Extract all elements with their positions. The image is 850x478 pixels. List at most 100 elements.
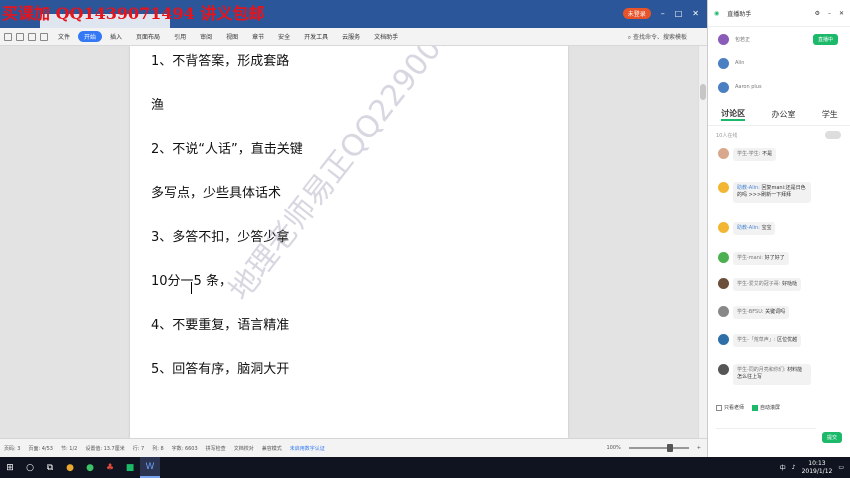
print-icon[interactable] <box>16 32 24 41</box>
status-setting: 设置值: 13.7厘米 <box>85 445 125 452</box>
document-line[interactable]: 1、不背答案，形成套路 <box>151 50 289 69</box>
close-icon[interactable]: ✕ <box>692 9 699 18</box>
toggle-switch[interactable] <box>825 131 841 139</box>
message-text: 关键词吗 <box>765 309 786 315</box>
status-words[interactable]: 字数: 6603 <box>172 445 198 452</box>
auto-scroll-checkbox[interactable]: 自动滚屏 <box>752 404 780 411</box>
task-view-icon[interactable]: ⧉ <box>40 457 60 478</box>
enter-room-button[interactable]: 直播中 <box>812 33 838 45</box>
avatar <box>718 81 729 93</box>
clock[interactable]: 10:13 2019/1/12 <box>802 460 833 474</box>
document-area[interactable]: 地理老师易正QQ2290025530 1、不背答案，形成套路渔 2、不说“人话”，… <box>0 46 698 438</box>
menu-item[interactable]: 安全 <box>272 31 296 42</box>
user-name: 包若正 <box>735 36 751 43</box>
notification-icon[interactable]: ▭ <box>838 464 844 471</box>
status-proofread[interactable]: 文档校对 <box>234 445 254 452</box>
scroll-thumb[interactable] <box>700 84 706 100</box>
zoom-in-icon[interactable]: + <box>697 445 707 451</box>
menu-item[interactable]: 开始 <box>78 31 103 42</box>
avatar <box>718 182 729 193</box>
status-cert[interactable]: 未启用数字认证 <box>290 445 325 452</box>
undo-icon[interactable] <box>28 32 36 41</box>
zoom-slider-knob[interactable] <box>666 444 673 452</box>
menu-item[interactable]: 章节 <box>246 31 270 42</box>
live-chat-panel: ◉ 直播助手 ⚙ – ✕ 包若正 直播中 Alin Aaron plus 讨论区 办公室… <box>707 0 850 457</box>
minimize-icon[interactable]: – <box>828 10 831 17</box>
menu-item[interactable]: 云服务 <box>336 31 366 42</box>
message-text: 好了好了 <box>764 255 785 261</box>
menu-item[interactable]: 插入 <box>104 31 128 42</box>
status-bar: 页码: 3 页面: 4/53 节: 1/2 设置值: 13.7厘米 行: 7 列… <box>0 438 707 457</box>
menu-item[interactable]: 文档助手 <box>368 31 404 42</box>
chat-tab[interactable]: 办公室 <box>771 109 795 120</box>
taskbar: ⊞ ○ ⧉ ● ● ♣ ■ W 中 ♪ 10:13 2019/1/12 ▭ <box>0 457 850 478</box>
user-row: Alin <box>708 51 850 75</box>
message-sender: 助教-Alin: <box>737 185 760 191</box>
avatar <box>718 57 729 69</box>
chat-message: 学生-BFSU: 关键词吗 <box>718 306 790 320</box>
redo-icon[interactable] <box>40 32 48 41</box>
message-sender: 学生-「荒草声」: <box>737 337 776 343</box>
document-line[interactable]: 2、不说“人话”，直击关键 <box>151 138 303 157</box>
menu-item[interactable]: 引用 <box>168 31 192 42</box>
chat-header: ◉ 直播助手 ⚙ – ✕ <box>708 0 850 27</box>
minimize-icon[interactable]: – <box>661 9 665 18</box>
menu-item[interactable]: 页面布局 <box>130 31 166 42</box>
user-name: Alin <box>735 60 745 66</box>
menu-item[interactable]: 开发工具 <box>298 31 334 42</box>
message-sender: 学生-mani: <box>737 255 763 261</box>
volume-icon[interactable]: ♪ <box>792 464 796 471</box>
message-sender: 学生-同的月亮和你们: <box>737 367 786 373</box>
page-watermark: 地理老师易正QQ2290025530 <box>222 46 508 308</box>
save-icon[interactable] <box>4 32 12 41</box>
avatar <box>718 334 729 345</box>
menu-item[interactable]: 视图 <box>220 31 244 42</box>
document-page[interactable]: 地理老师易正QQ2290025530 1、不背答案，形成套路渔 2、不说“人话”，… <box>130 46 568 438</box>
chat-tabs: 讨论区 办公室 学生 <box>708 104 850 126</box>
search-circle-icon[interactable]: ○ <box>20 457 40 478</box>
chrome-icon[interactable]: ● <box>60 457 80 478</box>
settings-icon[interactable]: ⚙ <box>815 10 820 17</box>
document-line[interactable]: 多写点，少些具体话术 <box>151 182 281 201</box>
chat-tab[interactable]: 讨论区 <box>721 108 746 121</box>
live-app-icon[interactable]: ■ <box>120 457 140 478</box>
online-count: 10人在线 <box>716 133 738 139</box>
chat-input[interactable] <box>716 428 816 444</box>
document-line[interactable]: 渔 <box>151 94 164 113</box>
message-bubble: 助教-Alin: 回复mani:还是日色的吗 >>>刷新一下拜拜 <box>733 182 811 203</box>
only-teacher-checkbox[interactable]: 只看老师 <box>716 404 744 411</box>
menu-item[interactable]: 文件 <box>52 31 76 42</box>
maximize-icon[interactable]: □ <box>675 9 683 18</box>
message-bubble: 学生-爱艾的冠子哥: 好哒哒 <box>733 278 802 292</box>
app-icon[interactable]: ♣ <box>100 457 120 478</box>
zoom-level[interactable]: 100% <box>607 445 621 451</box>
menu-bar: 文件 开始 插入 页面布局 引用 审阅 视图 章节 安全 开发工具 云服务 文档助手 <box>0 28 707 46</box>
menu-item[interactable]: 审阅 <box>194 31 218 42</box>
status-compat: 兼容模式 <box>261 445 282 452</box>
chat-message: 助教-Alin: 宝宝 <box>718 222 776 236</box>
vertical-scrollbar[interactable] <box>698 46 707 438</box>
message-text: 区位优越 <box>777 337 798 343</box>
zoom-slider[interactable] <box>628 444 689 452</box>
document-line[interactable]: 4、不要重复，语言精准 <box>151 314 289 333</box>
avatar <box>718 306 729 317</box>
message-text: 宝宝 <box>761 225 772 231</box>
login-badge[interactable]: 未登录 <box>622 8 651 19</box>
search-hint[interactable]: ⌕ 查找命令、搜索模板 <box>628 32 687 42</box>
message-bubble: 学生-同的月亮和你们: 材料能怎么往上写 <box>733 364 811 385</box>
submit-button[interactable]: 提交 <box>821 432 842 443</box>
start-icon[interactable]: ⊞ <box>0 457 20 478</box>
message-sender: 学生-学生: <box>737 151 761 157</box>
status-pages: 页面: 4/53 <box>28 445 53 452</box>
wechat-icon[interactable]: ● <box>80 457 100 478</box>
text-cursor <box>191 282 192 294</box>
chat-tab[interactable]: 学生 <box>822 109 838 120</box>
close-icon[interactable]: ✕ <box>839 10 850 17</box>
status-section: 节: 1/2 <box>60 445 78 452</box>
status-spell[interactable]: 拼写检查 <box>206 445 226 452</box>
ime-indicator[interactable]: 中 <box>780 463 786 472</box>
document-line[interactable]: 3、多答不扣，少答少拿 <box>151 226 289 245</box>
document-line[interactable]: 5、回答有序，脑洞大开 <box>151 358 289 377</box>
wps-writer-icon[interactable]: W <box>140 457 160 478</box>
message-sender: 学生-爱艾的冠子哥: <box>737 281 781 287</box>
